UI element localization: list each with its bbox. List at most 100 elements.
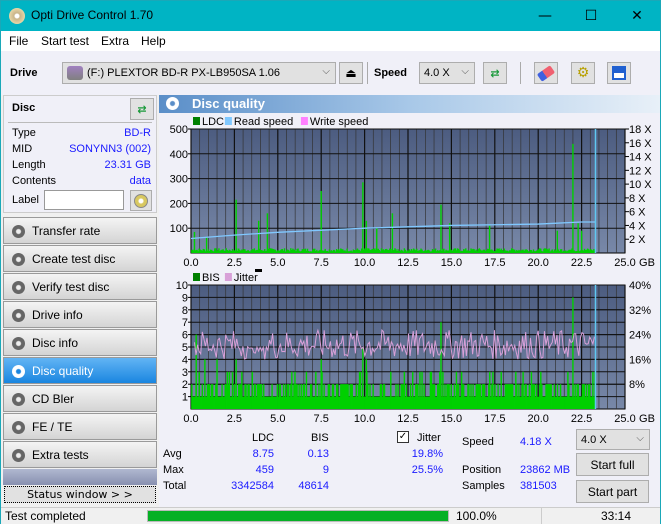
drive-select[interactable]: (F:) PLEXTOR BD-R PX-LB950SA 1.06 ⌵ [62,62,336,84]
total-bis: 48614 [298,480,329,492]
x-tick-label: 2.5 [227,257,242,269]
legend-swatch [193,117,200,125]
nav-disc-info[interactable]: Disc info [3,329,157,356]
y-right-tick-label: 12 X [629,165,652,177]
gears-icon: ⚙ [576,65,590,81]
drive-icon [67,66,83,80]
y-tick-label: 500 [170,124,188,136]
toolbar: Drive (F:) PLEXTOR BD-R PX-LB950SA 1.06 … [1,51,660,95]
disc-quality-panel: Disc quality 500 400 300 200 100 18 X 16 X 14 X… [159,95,660,507]
y-tick-label: 300 [170,174,188,186]
x-tick-label: 15.0 [441,413,462,425]
app-disc-icon [9,8,25,24]
nav-label: Disc quality [32,363,94,378]
y-tick-label: 4 [182,354,188,366]
window-title: Opti Drive Control 1.70 [31,8,154,22]
samples-label: Samples [462,480,505,492]
nav-drive-info[interactable]: Drive info [3,301,157,328]
divider [541,508,542,524]
mid-value: SONYNN3 (002) [69,143,151,155]
nav-fe-te[interactable]: FE / TE [3,413,157,440]
contents-value: data [129,175,151,187]
nav-verify-test-disc[interactable]: Verify test disc [3,273,157,300]
avg-bis: 0.13 [307,448,329,460]
y-right-tick-label: 24% [629,330,651,342]
y-tick-label: 2 [182,379,188,391]
label-disc-button[interactable] [130,190,152,211]
speed-value: 4.18 X [520,436,552,448]
avg-jitter: 19.8% [411,448,443,460]
disc-gear-icon [12,393,25,406]
bis-jitter-chart: 10987654321 40% 32% 24% 16% 8% 0.0 2.5 5.0 7.5 10.… [176,269,655,425]
y-tick-label: 7 [182,317,188,329]
drive-value: (F:) PLEXTOR BD-R PX-LB950SA 1.06 [87,67,280,79]
erase-button[interactable] [534,62,558,84]
y-tick-label: 9 [182,292,188,304]
menu-extra[interactable]: Extra [101,34,129,48]
progress-bar [147,510,449,522]
y-tick-label: 3 [182,367,188,379]
menu-file[interactable]: File [9,34,28,48]
settings-button[interactable]: ⚙ [571,62,595,84]
status-text: Test completed [5,509,86,523]
speed-label: Speed [462,436,494,448]
x-tick-label: 7.5 [314,413,329,425]
title-bar: Opti Drive Control 1.70 — ☐ ✕ [1,1,660,31]
eject-icon: ⏏ [345,66,357,80]
y-right-tick-label: 2 X [629,234,646,246]
disc-refresh-button[interactable]: ⇄ [130,98,154,120]
legend-swatch [224,117,232,125]
disc-gear-icon [12,225,25,238]
x-tick-label: 2.5 [227,413,242,425]
nav-cd-bler[interactable]: CD Bler [3,385,157,412]
x-tick-label: 0.0 [183,413,198,425]
save-button[interactable] [607,62,631,84]
speed-select[interactable]: 4.0 X ⌵ [419,62,475,84]
y-right-tick-label: 32% [629,305,651,317]
y-right-tick-label: 8% [629,379,645,391]
eject-button[interactable]: ⏏ [339,62,363,84]
nav-transfer-rate[interactable]: Transfer rate [3,217,157,244]
x-axis-unit: GB [639,413,655,425]
sidebar: Disc ⇄ Type BD-R MID SONYNN3 (002) Lengt… [1,95,159,507]
minimize-button[interactable]: — [522,1,568,31]
legend-label: Write speed [310,116,369,128]
panel-title: Disc quality [192,96,265,111]
elapsed-time: 33:14 [601,509,632,523]
x-axis-unit: GB [639,257,655,269]
contents-label: Contents [12,175,57,187]
nav-label: Drive info [32,307,83,322]
status-window-button[interactable]: Status window > > [4,486,156,503]
nav-label: Transfer rate [32,223,101,238]
close-button[interactable]: ✕ [614,1,660,31]
legend-label: LDC [202,116,224,128]
refresh-button[interactable]: ⇄ [483,62,507,84]
test-speed-select[interactable]: 4.0 X ⌵ [576,429,650,450]
nav-create-test-disc[interactable]: Create test disc [3,245,157,272]
panel-header: Disc quality [159,95,660,113]
menu-start-test[interactable]: Start test [41,34,89,48]
menu-help[interactable]: Help [141,34,166,48]
maximize-button[interactable]: ☐ [568,1,614,31]
y-tick-label: 400 [170,149,188,161]
type-value: BD-R [124,127,151,139]
chevron-down-icon: ⌵ [322,66,330,77]
total-ldc: 3342584 [231,480,274,492]
disc-panel-title: Disc [12,102,36,114]
start-full-button[interactable]: Start full [576,453,649,476]
x-tick-label: 15.0 [441,257,462,269]
legend-label: BIS [202,272,220,284]
legend-marker [255,269,262,272]
max-bis: 9 [322,464,329,476]
y-right-tick-label: 6 X [629,207,646,219]
nav-label: Extra tests [32,447,89,462]
start-part-button[interactable]: Start part [576,480,649,503]
nav-disc-quality[interactable]: Disc quality [3,357,157,384]
progress-fill [148,511,448,521]
y-tick-label: 6 [182,330,188,342]
jitter-checkbox[interactable]: ✓ [397,431,409,443]
label-input[interactable] [44,190,124,210]
chevron-down-icon: ⌵ [636,433,644,444]
nav-extra-tests[interactable]: Extra tests [3,441,157,468]
legend-label: Jitter [234,272,258,284]
